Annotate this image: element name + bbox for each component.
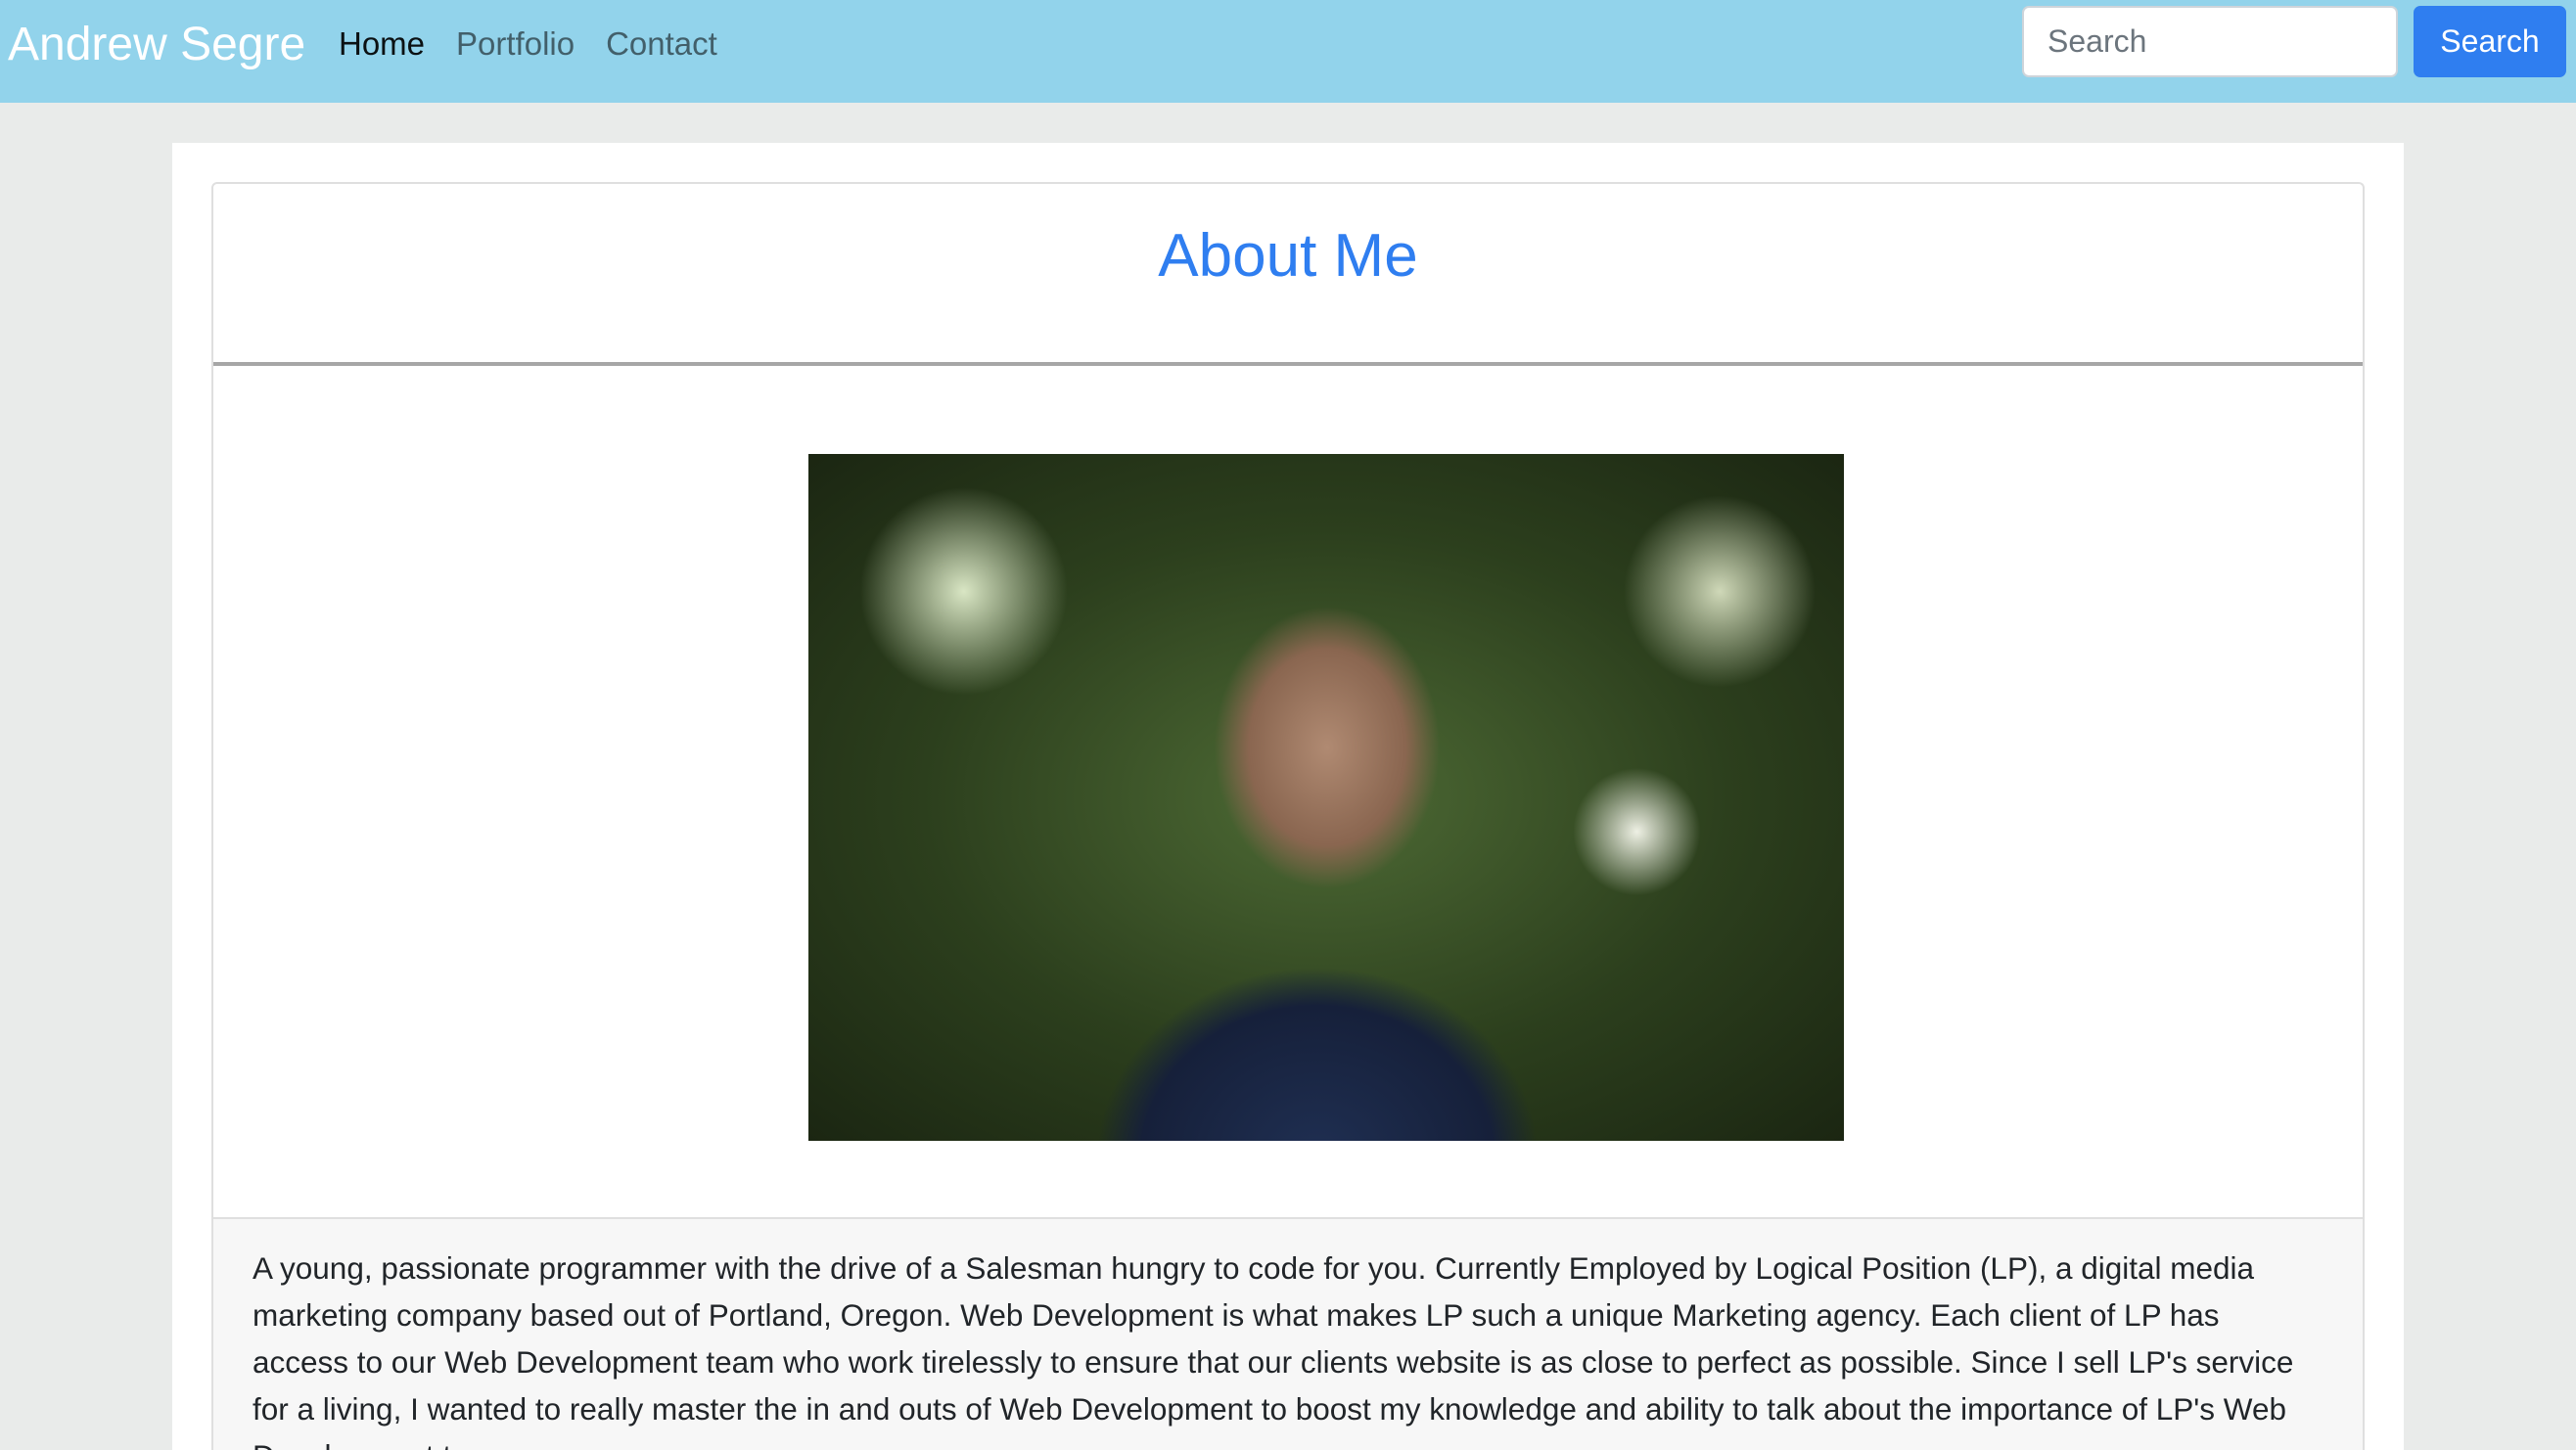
main-container: About Me A young, passionate programmer … bbox=[172, 143, 2404, 1450]
nav-link-portfolio[interactable]: Portfolio bbox=[456, 22, 575, 67]
about-card-footer: A young, passionate programmer with the … bbox=[213, 1217, 2363, 1450]
nav-link-home[interactable]: Home bbox=[339, 22, 425, 67]
page-title: About Me bbox=[1158, 222, 1418, 290]
brand-link[interactable]: Andrew Segre bbox=[8, 14, 305, 76]
profile-photo bbox=[808, 454, 1844, 1141]
search-input[interactable] bbox=[2022, 6, 2398, 77]
nav-link-contact[interactable]: Contact bbox=[606, 22, 717, 67]
about-description: A young, passionate programmer with the … bbox=[253, 1250, 2294, 1450]
search-button[interactable]: Search bbox=[2414, 6, 2566, 77]
top-navbar: Andrew Segre Home Portfolio Contact Sear… bbox=[0, 0, 2576, 103]
about-card-header: About Me bbox=[213, 184, 2363, 366]
nav-links: Home Portfolio Contact bbox=[339, 22, 717, 67]
about-card: About Me A young, passionate programmer … bbox=[211, 182, 2365, 1450]
